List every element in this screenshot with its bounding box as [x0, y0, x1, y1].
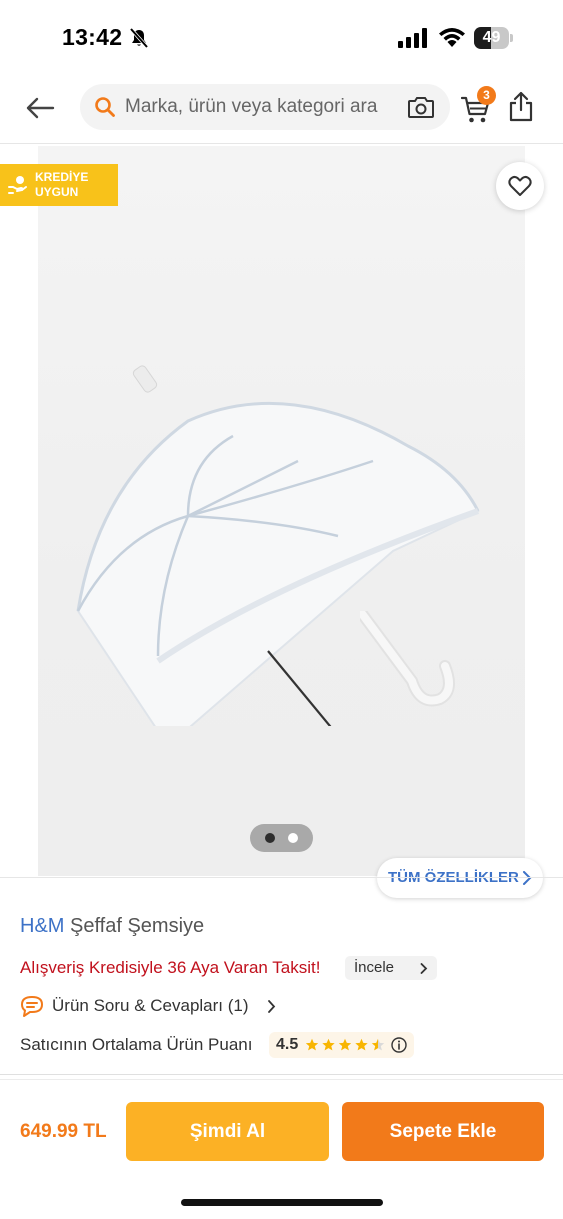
back-arrow-icon [26, 97, 55, 119]
image-pager[interactable] [250, 824, 313, 852]
seller-rating-label: Satıcının Ortalama Ürün Puanı [20, 1035, 253, 1054]
star-5 [371, 1038, 385, 1051]
info-icon[interactable] [391, 1037, 407, 1053]
divider [0, 1074, 563, 1075]
star-1 [305, 1038, 319, 1051]
add-to-cart-button[interactable]: Sepete Ekle [342, 1102, 544, 1161]
incele-button[interactable]: İncele [345, 956, 437, 980]
wifi-icon [439, 28, 465, 47]
product-qa-label: Ürün Soru & Cevapları (1) [52, 996, 249, 1015]
status-bar: 13:42 49 [0, 0, 563, 76]
product-name: Şeffaf Şemsiye [70, 915, 205, 937]
chat-bubble-icon [21, 996, 43, 1017]
top-navigation-bar: Marka, ürün veya kategori ara 3 [0, 78, 563, 144]
rating-pill[interactable]: 4.5 [269, 1032, 414, 1058]
divider [0, 1079, 563, 1080]
status-time: 13:42 [62, 24, 123, 50]
rating-value: 4.5 [276, 1036, 299, 1053]
share-icon [509, 91, 533, 122]
credit-badge-text: KREDİYE UYGUN [35, 170, 89, 199]
bell-muted-icon [129, 27, 149, 49]
product-image-gallery[interactable]: KREDİYE UYGUN TÜM ÖZELLİKLER [0, 146, 563, 898]
cellular-signal-icon [398, 28, 427, 48]
pager-dot-1[interactable] [265, 833, 275, 843]
chevron-right-icon [268, 1000, 276, 1013]
rating-stars [305, 1038, 385, 1051]
battery-cap [510, 34, 513, 42]
cart-button[interactable]: 3 [461, 86, 497, 126]
home-indicator [181, 1199, 383, 1206]
battery-indicator: 49 [474, 27, 514, 49]
favorite-button[interactable] [496, 162, 544, 210]
product-title: H&M Şeffaf Şemsiye [20, 915, 204, 938]
battery-level: 49 [482, 29, 501, 46]
search-icon [95, 97, 115, 117]
cart-count-badge: 3 [477, 86, 496, 105]
heart-icon [508, 175, 532, 196]
credit-installment-text: Alışveriş Kredisiyle 36 Aya Varan Taksit… [20, 958, 321, 977]
star-2 [322, 1038, 335, 1051]
search-placeholder: Marka, ürün veya kategori ara [125, 96, 378, 117]
back-button[interactable] [22, 91, 58, 125]
buy-now-button[interactable]: Şimdi Al [126, 1102, 329, 1161]
all-features-button[interactable]: TÜM ÖZELLİKLER [377, 858, 543, 898]
incele-label: İncele [354, 959, 395, 976]
price: 649.99 TL [20, 1121, 107, 1142]
chevron-right-icon [523, 871, 532, 885]
chevron-right-icon [420, 963, 428, 974]
umbrella-handle [360, 611, 455, 707]
pager-dot-2[interactable] [288, 833, 298, 843]
star-3 [338, 1038, 352, 1051]
battery-body: 49 [474, 27, 509, 49]
search-input[interactable]: Marka, ürün veya kategori ara [80, 84, 450, 130]
credit-eligible-badge: KREDİYE UYGUN [0, 164, 118, 206]
seller-rating-row: Satıcının Ortalama Ürün Puanı 4.5 [20, 1032, 414, 1058]
camera-search-icon[interactable] [407, 94, 435, 120]
star-4 [355, 1038, 368, 1051]
credit-info-row: Alışveriş Kredisiyle 36 Aya Varan Taksit… [20, 956, 437, 980]
divider [0, 877, 563, 878]
brand-link[interactable]: H&M [20, 915, 64, 937]
share-button[interactable] [508, 90, 534, 124]
hand-money-icon [8, 176, 27, 194]
